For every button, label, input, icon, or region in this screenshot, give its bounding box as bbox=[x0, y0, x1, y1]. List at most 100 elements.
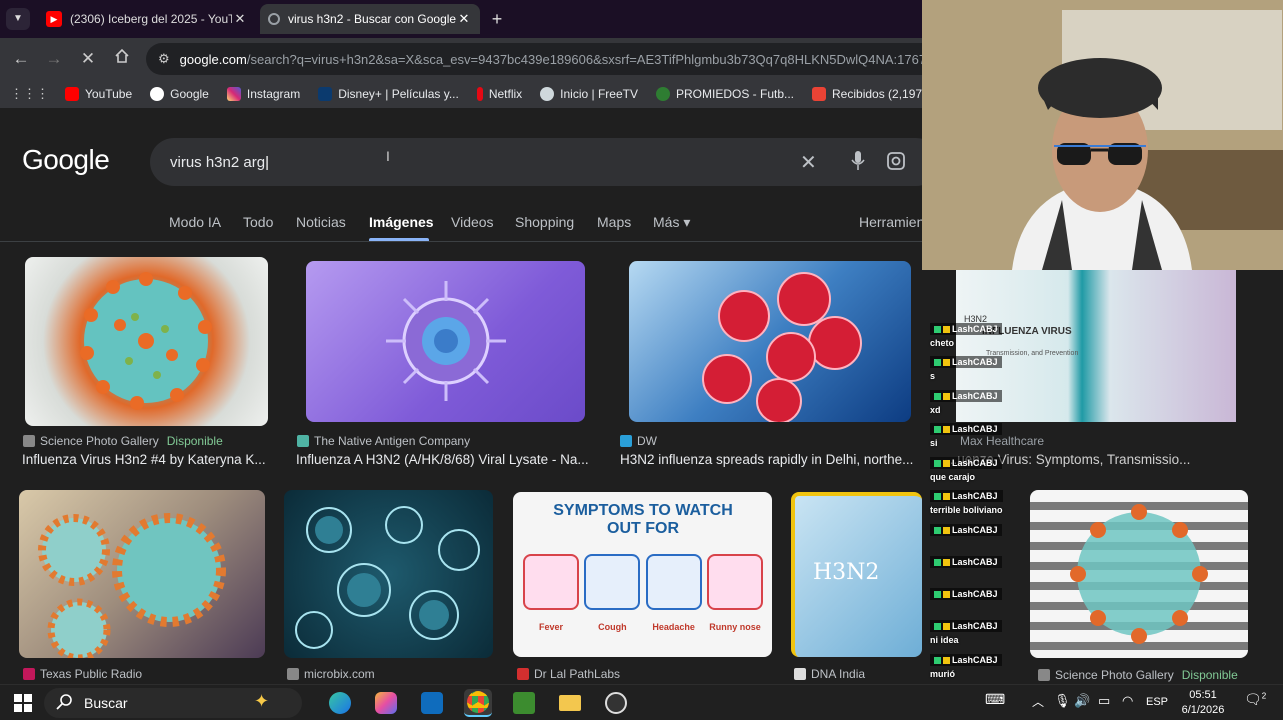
result-source[interactable]: Science Photo Gallery Disponible bbox=[1038, 668, 1238, 682]
close-tab-icon[interactable]: ✕ bbox=[456, 11, 472, 27]
edge-browser-icon[interactable] bbox=[326, 689, 354, 717]
image-result-symptoms-infographic[interactable]: SYMPTOMS TO WATCH OUT FOR Fever Cough He… bbox=[513, 492, 772, 657]
result-source[interactable]: Science Photo Gallery Disponible bbox=[23, 434, 223, 448]
show-hidden-icons-icon[interactable]: ︿ bbox=[1032, 693, 1044, 710]
chat-message: LashCABJ cheto bbox=[930, 323, 1002, 348]
result-source[interactable]: DW bbox=[620, 434, 657, 448]
apps-grid-icon[interactable]: ⋮⋮⋮ bbox=[10, 86, 49, 102]
tab-maps[interactable]: Maps bbox=[597, 214, 631, 230]
bookmark-freetv[interactable]: Inicio | FreeTV bbox=[540, 87, 638, 101]
battery-icon[interactable]: ▭ bbox=[1098, 693, 1110, 709]
fever-icon bbox=[523, 554, 579, 610]
result-source[interactable]: Dr Lal PathLabs bbox=[517, 667, 620, 681]
instagram-icon bbox=[226, 87, 241, 101]
bookmark-google[interactable]: Google bbox=[150, 87, 209, 101]
text-cursor-icon: I bbox=[386, 148, 390, 164]
chat-message: LashCABJ xd bbox=[930, 390, 1002, 415]
stream-overlay-panel: H3N2 INFLUENZA VIRUS Transmission, and P… bbox=[922, 270, 1283, 684]
chrome-icon[interactable] bbox=[464, 689, 492, 717]
image-result-texas-public-radio-virus[interactable] bbox=[19, 490, 265, 658]
tab-mas[interactable]: Más ▾ bbox=[653, 214, 690, 231]
image-result-dw-red-virus-particles[interactable] bbox=[629, 261, 911, 422]
chat-message: LashCABJ bbox=[930, 524, 1002, 539]
tab-noticias[interactable]: Noticias bbox=[296, 214, 346, 230]
address-bar[interactable]: ⚙ google.com/search?q=virus+h3n2&sa=X&sc… bbox=[146, 43, 922, 75]
source-favicon-icon bbox=[517, 668, 529, 680]
taskbar-clock[interactable]: 05:51 6/1/2026 bbox=[1176, 688, 1230, 718]
volume-icon[interactable]: 🔊 bbox=[1074, 693, 1090, 709]
tab-google-search[interactable]: virus h3n2 - Buscar con Google ✕ bbox=[260, 4, 480, 34]
tab-herramientas[interactable]: Herramien bbox=[859, 214, 922, 230]
bookmark-disney[interactable]: Disney+ | Películas y... bbox=[318, 87, 459, 101]
notifications-icon[interactable]: 🗨2 bbox=[1244, 691, 1266, 708]
bookmark-netflix[interactable]: Netflix bbox=[476, 87, 522, 101]
keyboard-icon[interactable]: ⌨ bbox=[985, 691, 1005, 708]
youtube-favicon-icon: ▶ bbox=[46, 11, 62, 27]
source-favicon-icon bbox=[794, 668, 806, 680]
taskbar-search-box[interactable]: Buscar ✦ bbox=[44, 688, 302, 718]
result-caption[interactable]: H3N2 influenza spreads rapidly in Delhi,… bbox=[620, 452, 920, 467]
promiedos-icon bbox=[655, 87, 670, 101]
microphone-icon[interactable] bbox=[850, 150, 866, 176]
site-info-icon[interactable]: ⚙ bbox=[158, 51, 170, 67]
image-result-orange-virus-stripes[interactable] bbox=[1030, 490, 1248, 658]
search-input[interactable]: virus h3n2 arg | ✕ bbox=[150, 138, 922, 186]
clear-search-icon[interactable]: ✕ bbox=[800, 150, 817, 175]
forward-arrow-icon[interactable]: → bbox=[43, 48, 65, 70]
webcam-overlay bbox=[922, 0, 1283, 270]
tab-modo-ia[interactable]: Modo IA bbox=[169, 214, 221, 230]
microphone-icon[interactable]: 🎙 bbox=[1054, 693, 1071, 709]
availability-label: Disponible bbox=[166, 434, 223, 448]
url-path: /search?q=virus+h3n2&sa=X&sca_esv=9437bc… bbox=[246, 51, 922, 67]
streamer-webcam-image bbox=[922, 0, 1283, 270]
clock-date: 6/1/2026 bbox=[1181, 704, 1225, 716]
image-result-native-antigen-purple-virus[interactable] bbox=[306, 261, 585, 422]
source-favicon-icon bbox=[1038, 669, 1050, 681]
language-indicator[interactable]: ESP bbox=[1146, 696, 1168, 708]
tab-todo[interactable]: Todo bbox=[243, 214, 273, 230]
bookmark-gmail[interactable]: Recibidos (2,197) -... bbox=[812, 87, 922, 101]
result-caption[interactable]: Influenza A H3N2 (A/HK/8/68) Viral Lysat… bbox=[296, 452, 596, 467]
outlook-icon[interactable] bbox=[418, 689, 446, 717]
google-logo[interactable]: Google bbox=[22, 144, 110, 176]
tab-shopping[interactable]: Shopping bbox=[515, 214, 574, 230]
file-explorer-icon[interactable] bbox=[556, 689, 584, 717]
chat-message: LashCABJ murió bbox=[930, 654, 1002, 679]
image-result-influenza-virus-h3n2-orange[interactable] bbox=[25, 257, 268, 426]
stop-loading-icon[interactable]: ✕ bbox=[77, 48, 99, 70]
tab-imagenes[interactable]: Imágenes bbox=[369, 214, 434, 230]
new-tab-button[interactable]: + bbox=[486, 8, 508, 30]
bookmark-promiedos[interactable]: PROMIEDOS - Futb... bbox=[655, 87, 794, 101]
chat-message: LashCABJ bbox=[930, 556, 1002, 571]
home-icon[interactable] bbox=[111, 48, 133, 70]
chat-message: LashCABJ que carajo bbox=[930, 457, 1002, 482]
cough-icon bbox=[584, 554, 641, 610]
bookmark-youtube[interactable]: YouTube bbox=[65, 87, 132, 101]
back-arrow-icon[interactable]: ← bbox=[10, 48, 32, 70]
tab-youtube[interactable]: ▶ (2306) Iceberg del 2025 - YouTu ✕ bbox=[38, 4, 256, 34]
image-result-microbix-blue-viruses[interactable] bbox=[284, 490, 493, 658]
clock-time: 05:51 bbox=[1189, 689, 1217, 701]
copilot-icon[interactable] bbox=[372, 689, 400, 717]
loading-favicon-icon bbox=[268, 13, 280, 25]
chat-message: LashCABJ ni idea bbox=[930, 620, 1002, 645]
minecraft-icon[interactable] bbox=[510, 689, 538, 717]
obs-studio-icon[interactable] bbox=[602, 689, 630, 717]
close-tab-icon[interactable]: ✕ bbox=[232, 11, 248, 27]
tab-videos[interactable]: Videos bbox=[451, 214, 494, 230]
tabs-divider bbox=[0, 241, 922, 242]
tab-title: (2306) Iceberg del 2025 - YouTu bbox=[70, 12, 232, 26]
google-lens-icon[interactable] bbox=[886, 151, 906, 175]
image-result-dna-india-h3n2[interactable]: H3N2 bbox=[791, 492, 922, 657]
result-source[interactable]: Texas Public Radio bbox=[23, 667, 142, 681]
bookmark-instagram[interactable]: Instagram bbox=[226, 87, 300, 101]
netflix-icon bbox=[476, 87, 483, 101]
windows-start-icon[interactable] bbox=[14, 694, 32, 717]
result-source[interactable]: The Native Antigen Company bbox=[297, 434, 470, 448]
freetv-icon bbox=[540, 87, 555, 101]
result-source[interactable]: microbix.com bbox=[287, 667, 375, 681]
tab-search-menu-button[interactable]: ▼ bbox=[6, 8, 30, 30]
result-caption[interactable]: Influenza Virus H3n2 #4 by Kateryna K... bbox=[22, 452, 272, 467]
wifi-icon[interactable]: ◠ bbox=[1122, 693, 1133, 709]
result-source[interactable]: DNA India bbox=[794, 667, 865, 681]
